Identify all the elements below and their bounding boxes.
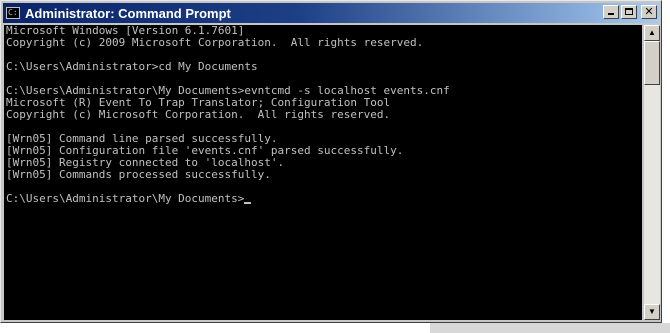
console-line: C:\Users\Administrator>cd My Documents	[6, 60, 258, 73]
close-button[interactable]: ✕	[641, 5, 657, 19]
command-prompt-icon[interactable]: C:	[6, 7, 20, 19]
arrow-down-icon: ▼	[648, 307, 656, 316]
background-window-edge	[430, 323, 670, 333]
scrollbar-thumb[interactable]	[644, 41, 660, 85]
console-line: Copyright (c) Microsoft Corporation. All…	[6, 108, 391, 121]
title-bar[interactable]: C: Administrator: Command Prompt ✕	[3, 3, 659, 23]
scroll-down-button[interactable]: ▼	[644, 304, 660, 320]
close-icon: ✕	[644, 5, 654, 18]
console-output[interactable]: Microsoft Windows [Version 6.1.7601] Cop…	[4, 25, 642, 320]
command-prompt-window[interactable]: C: Administrator: Command Prompt ✕ Micro…	[0, 0, 662, 323]
minimize-button[interactable]	[603, 5, 619, 19]
console-line: [Wrn05] Commands processed successfully.	[6, 168, 271, 181]
console-prompt: C:\Users\Administrator\My Documents>	[6, 192, 245, 205]
minimize-icon	[608, 13, 614, 15]
console-prompt-line[interactable]: C:\Users\Administrator\My Documents>	[4, 193, 642, 205]
text-cursor	[244, 202, 252, 204]
window-controls: ✕	[603, 5, 657, 19]
scroll-up-button[interactable]: ▲	[644, 25, 660, 41]
window-title: Administrator: Command Prompt	[25, 5, 231, 21]
console-line: Copyright (c) 2009 Microsoft Corporation…	[6, 36, 424, 49]
arrow-up-icon: ▲	[648, 28, 656, 37]
maximize-icon	[625, 8, 633, 15]
maximize-button[interactable]	[621, 5, 637, 19]
vertical-scrollbar[interactable]: ▲ ▼	[644, 25, 660, 320]
